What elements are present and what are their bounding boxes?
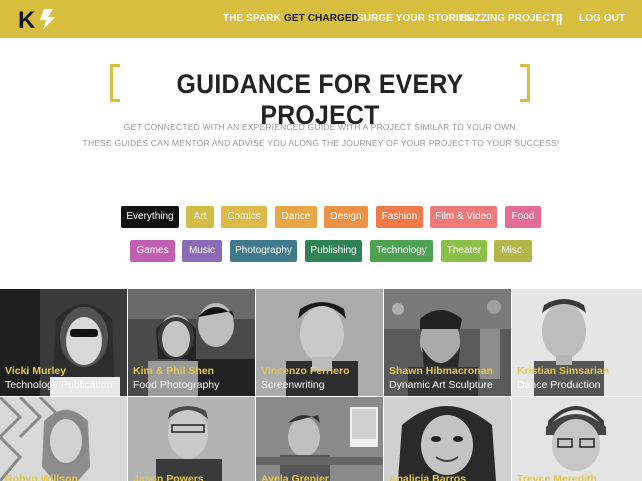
bolt-icon xyxy=(40,9,55,30)
mentor-name: Jason Powers xyxy=(133,473,204,481)
nav-log-out[interactable]: LOG OUT xyxy=(579,12,625,26)
category-publishing[interactable]: Publishing xyxy=(305,240,362,262)
nav-the-spark[interactable]: THE SPARK xyxy=(223,12,281,26)
category-comics[interactable]: Comics xyxy=(221,206,267,228)
mentor-role: Dance Production xyxy=(517,379,601,391)
category-music[interactable]: Music xyxy=(182,240,222,262)
category-art[interactable]: Art xyxy=(186,206,214,228)
mentor-name: Ayela Grenier xyxy=(261,473,329,481)
logo-letter: K xyxy=(18,7,36,31)
mentor-role: Screenwriting xyxy=(261,379,325,391)
page-heading: GUIDANCE FOR EVERY PROJECT xyxy=(110,64,530,130)
mentor-card[interactable]: Vicki Murley Technology Publication xyxy=(0,289,127,396)
mentor-photo xyxy=(128,397,255,481)
mentor-role: Technology Publication xyxy=(5,379,113,391)
mentor-photo xyxy=(256,397,383,481)
subtitle-line-1: GET CONNECTED WITH AN EXPERIENCED GUIDE … xyxy=(123,122,519,132)
mentor-name: Trevce Meredith xyxy=(517,473,597,481)
category-misc[interactable]: Misc. xyxy=(494,240,532,262)
mentor-card[interactable]: Ayela Grenier xyxy=(256,397,383,481)
category-technology[interactable]: Technology xyxy=(370,240,433,262)
mentor-name: Vicki Murley xyxy=(5,365,67,377)
category-theater[interactable]: Theater xyxy=(441,240,487,262)
category-photography[interactable]: Photography xyxy=(230,240,297,262)
mentor-card[interactable]: Analicia Barros xyxy=(384,397,511,481)
mentor-grid: Vicki Murley Technology Publication Kim … xyxy=(0,289,642,481)
mentor-card[interactable]: Kim & Phil Shen Food Photography xyxy=(128,289,255,396)
category-games[interactable]: Games xyxy=(130,240,175,262)
bracket-left xyxy=(110,64,120,102)
subtitle-line-2: THESE GUIDES CAN MENTOR AND ADVISE YOU A… xyxy=(82,138,560,148)
mentor-name: Vincenzo Ferriero xyxy=(261,365,350,377)
category-film-video[interactable]: Film & Video xyxy=(430,206,497,228)
mentor-card[interactable]: Shawn Hibmacronan Dynamic Art Sculpture xyxy=(384,289,511,396)
mentor-card[interactable]: Vincenzo Ferriero Screenwriting xyxy=(256,289,383,396)
mentor-photo xyxy=(0,397,127,481)
nav-surge-your-stories[interactable]: SURGE YOUR STORIES xyxy=(357,12,472,26)
nav-buzzing-projects[interactable]: BUZZING PROJECTS xyxy=(460,12,563,26)
mentor-card[interactable]: Robyn Willson xyxy=(0,397,127,481)
nav-get-charged[interactable]: GET CHARGED xyxy=(284,12,359,26)
mentor-card[interactable]: Kristian Simsarian Dance Production xyxy=(512,289,642,396)
top-nav-bar: K THE SPARK GET CHARGED SURGE YOUR STORI… xyxy=(0,0,642,38)
category-food[interactable]: Food xyxy=(505,206,541,228)
mentor-photo xyxy=(384,397,511,481)
mentor-role: Food Photography xyxy=(133,379,220,391)
mentor-name: Kristian Simsarian xyxy=(517,365,610,377)
mentor-card[interactable]: Jason Powers xyxy=(128,397,255,481)
mentor-card[interactable]: Trevce Meredith xyxy=(512,397,642,481)
mentor-role: Dynamic Art Sculpture xyxy=(389,379,493,391)
mentor-name: Analicia Barros xyxy=(389,473,467,481)
category-fashion[interactable]: Fashion xyxy=(376,206,423,228)
mentor-photo xyxy=(512,397,642,481)
mentor-name: Shawn Hibmacronan xyxy=(389,365,493,377)
category-design[interactable]: Design xyxy=(324,206,368,228)
bracket-right xyxy=(520,64,530,102)
category-everything[interactable]: Everything xyxy=(121,206,179,228)
mentor-name: Robyn Willson xyxy=(5,473,78,481)
logo-icon[interactable]: K xyxy=(18,7,58,31)
category-dance[interactable]: Dance xyxy=(275,206,317,228)
nav-separator: || xyxy=(556,13,563,25)
mentor-name: Kim & Phil Shen xyxy=(133,365,215,377)
